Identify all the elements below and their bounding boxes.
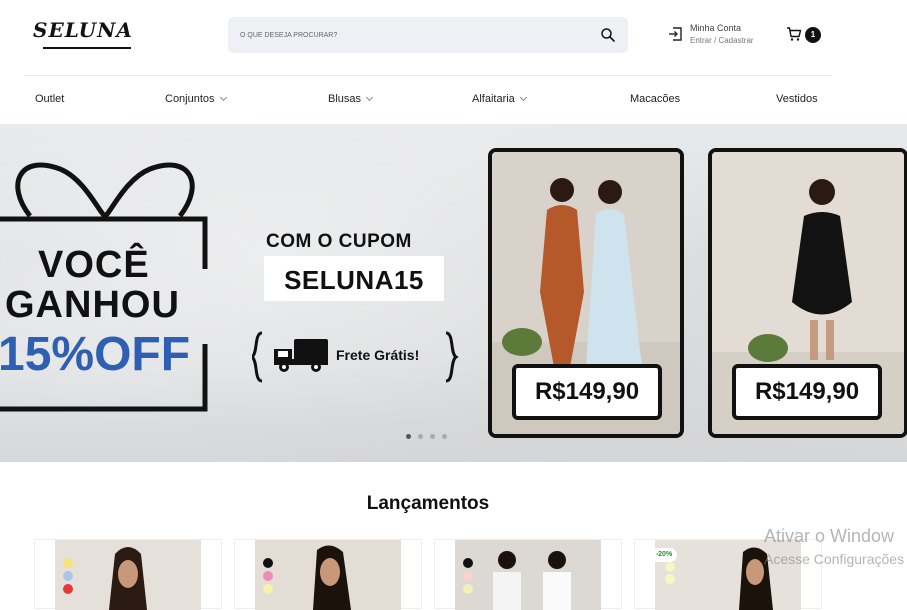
color-swatch[interactable]	[463, 584, 473, 594]
price-value: R$149,90	[754, 378, 860, 405]
price-value: R$149,90	[534, 378, 640, 405]
section-title: Lançamentos	[366, 493, 490, 514]
nav-item-label: Outlet	[35, 93, 65, 105]
login-icon	[668, 26, 684, 42]
color-swatch[interactable]	[263, 584, 273, 594]
carousel-dot[interactable]	[430, 434, 435, 439]
brand-logo[interactable]: SELUNA	[33, 18, 143, 52]
account-subtitle: Entrar / Cadastrar	[690, 36, 754, 45]
windows-activation-subtext: Acesse Configurações	[764, 551, 905, 567]
nav-item-label: Macacões	[630, 93, 681, 105]
product-card[interactable]	[34, 539, 222, 610]
account-link[interactable]: Minha Conta Entrar / Cadastrar	[668, 22, 768, 50]
banner-line-2: GANHOU	[5, 284, 180, 326]
coupon-box: SELUNA15	[264, 256, 444, 301]
chevron-down-icon	[519, 93, 527, 102]
color-swatch[interactable]	[463, 571, 473, 581]
logo-underline	[43, 47, 131, 49]
search-input[interactable]	[240, 27, 580, 43]
product-image	[455, 540, 601, 610]
cart-count-badge: 1	[805, 27, 821, 43]
chevron-down-icon	[219, 93, 227, 102]
windows-activation-watermark: Ativar o Window	[764, 526, 895, 546]
free-shipping-badge: Frete Grátis!	[249, 329, 462, 385]
product-image	[255, 540, 401, 610]
carousel-dot[interactable]	[418, 434, 423, 439]
nav-item-label: Vestidos	[776, 93, 818, 105]
coupon-code: SELUNA15	[284, 265, 424, 295]
nav-item-conjuntos[interactable]: Conjuntos	[165, 93, 227, 105]
color-swatch[interactable]	[665, 574, 675, 584]
free-shipping-text: Frete Grátis!	[336, 347, 420, 363]
product-card[interactable]	[234, 539, 422, 610]
logo-text: SELUNA	[33, 18, 133, 42]
color-swatch[interactable]	[263, 558, 273, 568]
carousel-dot[interactable]	[442, 434, 447, 439]
search-bar	[228, 17, 628, 53]
cart-icon	[786, 26, 802, 42]
banner-line-1: VOCÊ	[38, 244, 150, 286]
nav-item-alfaitaria[interactable]: Alfaitaria	[472, 93, 527, 105]
product-card[interactable]: -20%	[634, 539, 822, 610]
product-image	[55, 540, 201, 610]
color-swatch[interactable]	[463, 558, 473, 568]
banner-discount: 15%OFF	[0, 328, 191, 381]
main-nav: Outlet Conjuntos Blusas Alfaitaria Macac…	[0, 76, 907, 124]
nav-item-blusas[interactable]: Blusas	[328, 93, 374, 105]
price-tag: R$149,90	[512, 364, 662, 420]
nav-item-outlet[interactable]: Outlet	[35, 93, 64, 105]
nav-item-vestidos[interactable]: Vestidos	[776, 93, 818, 105]
carousel-dots	[406, 434, 456, 442]
nav-item-label: Alfaitaria	[472, 93, 515, 105]
promo-photo-card[interactable]: R$149,90	[708, 148, 907, 438]
search-icon[interactable]	[600, 27, 616, 43]
nav-item-label: Blusas	[328, 93, 362, 105]
nav-item-macacoes[interactable]: Macacões	[630, 93, 680, 105]
product-card[interactable]	[434, 539, 622, 610]
site-header: SELUNA Minha Conta Entrar / Cadastrar	[0, 0, 907, 76]
color-swatch[interactable]	[63, 584, 73, 594]
coupon-label: COM O CUPOM	[266, 231, 412, 252]
price-tag: R$149,90	[732, 364, 882, 420]
account-title: Minha Conta	[690, 23, 742, 33]
color-swatch[interactable]	[665, 562, 675, 572]
color-swatch[interactable]	[63, 558, 73, 568]
discount-badge: -20%	[651, 548, 677, 562]
color-swatch[interactable]	[63, 571, 73, 581]
cart-button[interactable]: 1	[786, 25, 826, 45]
chevron-down-icon	[365, 93, 374, 102]
nav-item-label: Conjuntos	[165, 93, 215, 105]
hero-banner[interactable]: VOCÊ GANHOU 15%OFF COM O CUPOM SELUNA15 …	[0, 124, 907, 462]
promo-photo-card[interactable]: R$149,90	[488, 148, 684, 438]
carousel-dot[interactable]	[406, 434, 411, 439]
color-swatch[interactable]	[263, 571, 273, 581]
